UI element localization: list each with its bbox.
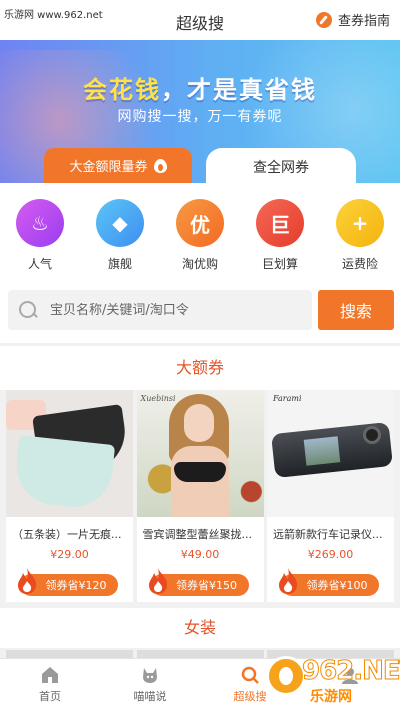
product-image: Xuebinsi xyxy=(136,390,264,517)
coupon-guide-label: 查券指南 xyxy=(337,14,390,29)
category-popular[interactable]: ♨ 人气 xyxy=(0,183,80,283)
product-price: ¥49.00 xyxy=(180,548,220,561)
coupon-button[interactable]: 领券省¥150 xyxy=(148,568,249,596)
category-label: 运费险 xyxy=(341,257,378,271)
app-screen: 乐游网 www.962.net 超级搜 查券指南 会花钱，才是真省钱 网购搜一搜… xyxy=(0,0,400,706)
flame-icon: ♨ xyxy=(16,199,64,247)
product-card[interactable]: （五条装）一片无痕... ¥29.00 领券省¥120 xyxy=(6,390,133,602)
tab-all-label: 查全网券 xyxy=(253,159,309,176)
nav-miaomiao[interactable]: 喵喵说 xyxy=(100,659,200,706)
product-brand: Xuebinsi xyxy=(140,394,176,403)
category-label: 旗舰 xyxy=(107,257,132,271)
coupon-guide-link[interactable]: 查券指南 xyxy=(315,10,390,29)
shield-plus-icon: + xyxy=(336,199,384,247)
category-taoyougou[interactable]: 优 淘优购 xyxy=(160,183,240,283)
hot-flame-icon xyxy=(153,158,167,173)
coupon-label: 领券省¥150 xyxy=(176,579,237,592)
search-icon xyxy=(18,300,38,320)
coupon-button[interactable]: 领券省¥120 xyxy=(18,568,118,596)
flame-icon xyxy=(148,568,167,594)
section-title-women: 女装 xyxy=(0,608,400,648)
flame-icon xyxy=(18,568,37,594)
watermark-logo: 962.NET 乐游网 xyxy=(266,654,400,706)
search-field[interactable] xyxy=(8,290,312,330)
product-name: 远箭新款行车记录仪... xyxy=(273,528,383,541)
flame-icon xyxy=(279,568,298,594)
search-button[interactable]: 搜索 xyxy=(318,290,394,330)
category-juhuasuan[interactable]: 巨 巨划算 xyxy=(240,183,320,283)
category-label: 淘优购 xyxy=(181,257,218,271)
product-list: （五条装）一片无痕... ¥29.00 领券省¥120 Xuebinsi 雪宾调… xyxy=(0,390,400,602)
top-bar: 乐游网 www.962.net 超级搜 查券指南 xyxy=(0,0,400,40)
category-label: 巨划算 xyxy=(261,257,298,271)
promo-banner: 会花钱，才是真省钱 网购搜一搜，万一有券呢 大金额限量券 查全网券 xyxy=(0,40,400,183)
product-price: ¥269.00 xyxy=(307,548,354,561)
home-icon xyxy=(42,667,58,683)
banner-slogan: 会花钱，才是真省钱 xyxy=(0,70,400,105)
compass-icon xyxy=(315,11,332,28)
product-image xyxy=(6,390,133,517)
product-card[interactable]: Xuebinsi 雪宾调整型蕾丝聚拢... ¥49.00 领券省¥150 xyxy=(136,390,264,602)
category-flagship[interactable]: ◆ 旗舰 xyxy=(80,183,160,283)
category-label: 人气 xyxy=(27,257,52,271)
nav-label: 喵喵说 xyxy=(133,690,167,703)
search-bar: 搜索 xyxy=(0,283,400,343)
tab-all-coupons[interactable]: 查全网券 xyxy=(206,148,356,183)
coupon-button[interactable]: 领券省¥100 xyxy=(279,568,379,596)
watermark-badge-icon xyxy=(266,656,306,696)
section-title-big-coupon: 大额券 xyxy=(0,346,400,390)
category-shipping-insurance[interactable]: + 运费险 xyxy=(320,183,400,283)
diamond-icon: ◆ xyxy=(96,199,144,247)
banner-subtitle: 网购搜一搜，万一有券呢 xyxy=(117,109,283,125)
coupon-label: 领券省¥100 xyxy=(306,579,368,592)
you-icon: 优 xyxy=(176,199,224,247)
watermark-number: 962.NET xyxy=(301,656,400,687)
nav-home[interactable]: 首页 xyxy=(0,659,100,706)
slogan-rest: ，才是真省钱 xyxy=(161,76,317,104)
nav-label: 首页 xyxy=(39,690,61,703)
product-card[interactable]: Farami 远箭新款行车记录仪... ¥269.00 领券省¥100 xyxy=(267,390,394,602)
product-name: 雪宾调整型蕾丝聚拢... xyxy=(142,528,253,541)
product-brand: Farami xyxy=(273,394,302,403)
product-price: ¥29.00 xyxy=(50,548,89,561)
product-image: Farami xyxy=(267,390,394,517)
ju-icon: 巨 xyxy=(256,199,304,247)
category-row: ♨ 人气 ◆ 旗舰 优 淘优购 巨 巨划算 + 运费险 xyxy=(0,183,400,283)
cat-icon xyxy=(143,668,157,683)
product-name: （五条装）一片无痕... xyxy=(12,528,122,541)
slogan-highlight: 会花钱 xyxy=(83,76,161,104)
coupon-label: 领券省¥120 xyxy=(45,579,107,592)
tab-limited-coupons[interactable]: 大金额限量券 xyxy=(44,148,192,183)
tab-limited-label: 大金额限量券 xyxy=(69,160,148,175)
nav-label: 超级搜 xyxy=(233,690,267,703)
search-icon xyxy=(241,666,259,684)
watermark-text: 乐游网 xyxy=(310,689,352,705)
search-input[interactable] xyxy=(50,302,290,318)
